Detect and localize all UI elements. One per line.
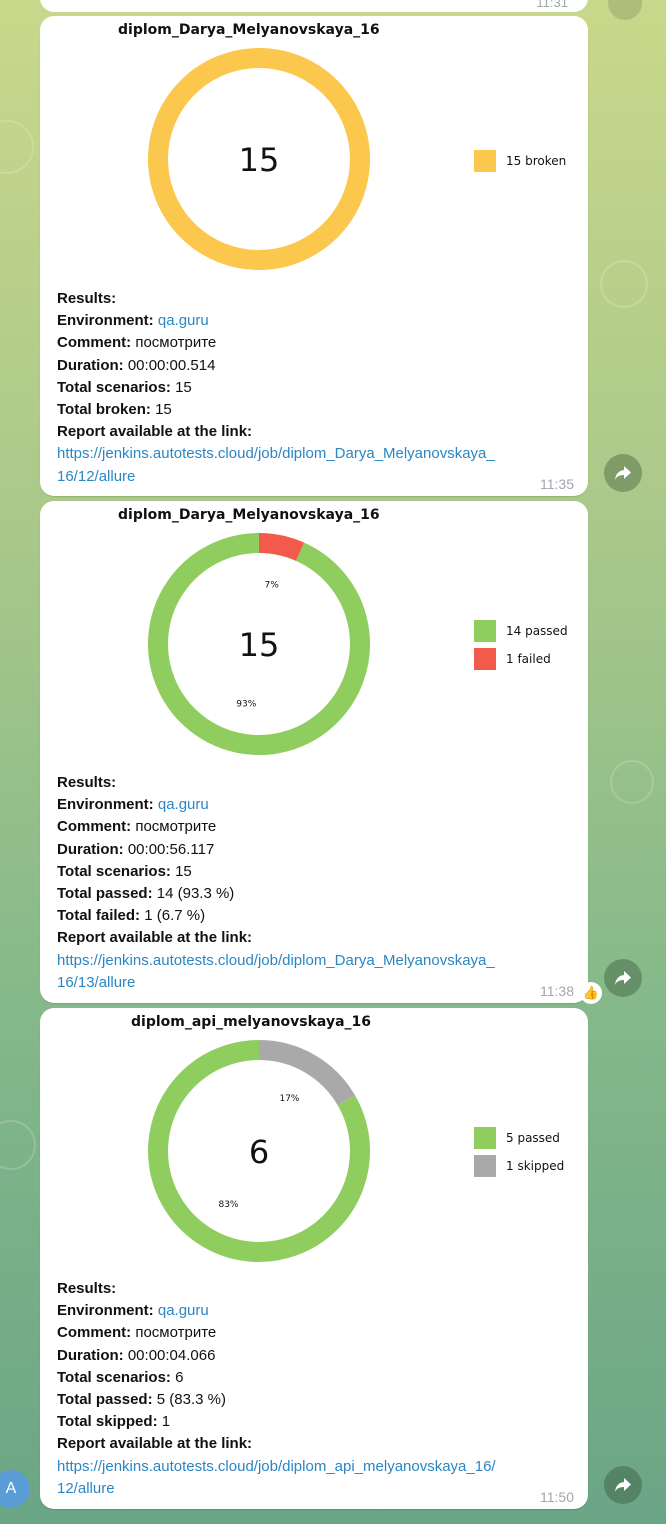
percent-label-skipped: 17% <box>279 1094 299 1104</box>
legend-label: 14 passed <box>506 624 568 638</box>
result-row-comment: Comment: посмотрите <box>57 334 217 352</box>
result-row-total-failed: Total failed: 1 (6.7 %) <box>57 907 206 925</box>
report-link-continued[interactable]: 16/13/allure <box>57 972 495 994</box>
background-pattern <box>0 1120 36 1170</box>
report-link[interactable]: https://jenkins.autotests.cloud/job/dipl… <box>57 950 495 972</box>
result-row-total-broken: Total broken: 15 <box>57 400 172 418</box>
result-row-total-passed: Total passed: 5 (83.3 %) <box>57 1390 226 1408</box>
message-time: 11:50 <box>540 1489 574 1505</box>
share-button[interactable] <box>604 959 642 997</box>
report-link-continued[interactable]: 16/12/allure <box>57 466 495 488</box>
percent-label-passed: 83% <box>218 1200 238 1210</box>
legend-item-passed: 14 passed <box>474 619 568 643</box>
legend-item-broken: 15 broken <box>474 149 566 173</box>
legend-label: 15 broken <box>506 154 567 168</box>
report-link-continued[interactable]: 12/allure <box>57 1478 496 1500</box>
chart-legend: 5 passed 1 skipped <box>474 1126 564 1182</box>
legend-swatch <box>474 648 496 670</box>
reaction-thumbs-up[interactable]: 👍 <box>580 982 602 1004</box>
results-heading: Results: <box>57 774 117 791</box>
environment-link[interactable]: qa.guru <box>158 312 209 329</box>
user-avatar[interactable]: A <box>0 1470 30 1508</box>
report-label: Report available at the link: <box>57 929 253 947</box>
legend-label: 5 passed <box>506 1131 560 1145</box>
donut-segment-skipped <box>258 1040 356 1106</box>
results-block: Results: Environment: qa.guru Comment: п… <box>57 288 495 488</box>
result-row-total-scenarios: Total scenarios: 6 <box>57 1368 184 1386</box>
result-row-environment: Environment: qa.guru <box>57 1302 209 1320</box>
percent-label-failed: 7% <box>265 580 280 590</box>
background-pattern <box>600 260 648 308</box>
bot-message[interactable]: diplom_api_melyanovskaya_16 17% 83% 6 5 pa… <box>40 1008 588 1509</box>
bot-message[interactable]: diplom_Darya_Melyanovskaya_16 15 15 brok… <box>40 16 588 496</box>
share-button[interactable] <box>604 454 642 492</box>
legend-item-passed: 5 passed <box>474 1126 564 1150</box>
report-label: Report available at the link: <box>57 1435 253 1453</box>
report-link[interactable]: https://jenkins.autotests.cloud/job/dipl… <box>57 1456 496 1478</box>
result-row-total-skipped: Total skipped: 1 <box>57 1413 171 1431</box>
result-row-duration: Duration: 00:00:00.514 <box>57 356 216 374</box>
result-row-duration: Duration: 00:00:56.117 <box>57 840 215 858</box>
share-arrow-icon <box>615 971 631 985</box>
results-block: Results: Environment: qa.guru Comment: п… <box>57 772 495 994</box>
center-total-label: 15 <box>239 141 280 179</box>
share-button[interactable] <box>604 1466 642 1504</box>
message-time: 11:31 <box>536 0 568 10</box>
environment-link[interactable]: qa.guru <box>158 1302 209 1319</box>
legend-label: 1 skipped <box>506 1159 565 1173</box>
share-arrow-icon <box>615 1478 631 1492</box>
legend-swatch <box>474 620 496 642</box>
background-pattern <box>0 120 34 174</box>
percent-label-passed: 93% <box>236 700 256 710</box>
results-heading: Results: <box>57 1280 117 1297</box>
center-total-label: 15 <box>239 626 280 664</box>
background-pattern <box>610 760 654 804</box>
legend-item-failed: 1 failed <box>474 647 568 671</box>
legend-item-skipped: 1 skipped <box>474 1154 564 1178</box>
result-row-environment: Environment: qa.guru <box>57 796 209 814</box>
results-heading: Results: <box>57 290 117 307</box>
legend-swatch <box>474 1155 496 1177</box>
result-row-total-passed: Total passed: 14 (93.3 %) <box>57 884 235 902</box>
environment-link[interactable]: qa.guru <box>158 796 209 813</box>
result-row-comment: Comment: посмотрите <box>57 818 217 836</box>
donut-segment-failed <box>258 533 305 561</box>
chart-legend: 15 broken <box>474 149 566 177</box>
result-row-total-scenarios: Total scenarios: 15 <box>57 862 192 880</box>
center-total-label: 6 <box>249 1133 269 1171</box>
result-row-duration: Duration: 00:00:04.066 <box>57 1346 216 1364</box>
report-label: Report available at the link: <box>57 423 253 441</box>
results-block: Results: Environment: qa.guru Comment: п… <box>57 1278 496 1500</box>
message-time: 11:38 <box>540 983 574 999</box>
result-row-comment: Comment: посмотрите <box>57 1324 217 1342</box>
result-row-environment: Environment: qa.guru <box>57 312 209 330</box>
scroll-button[interactable] <box>608 0 642 20</box>
legend-swatch <box>474 1127 496 1149</box>
bot-message[interactable]: diplom_Darya_Melyanovskaya_16 7% 93% 15 14… <box>40 501 588 1003</box>
legend-swatch <box>474 150 496 172</box>
previous-message-bubble[interactable]: 11:31 <box>40 0 588 12</box>
share-arrow-icon <box>615 466 631 480</box>
report-link[interactable]: https://jenkins.autotests.cloud/job/dipl… <box>57 443 495 465</box>
legend-label: 1 failed <box>506 652 551 666</box>
message-time: 11:35 <box>540 476 574 492</box>
result-row-total-scenarios: Total scenarios: 15 <box>57 378 192 396</box>
chart-legend: 14 passed 1 failed <box>474 619 568 675</box>
